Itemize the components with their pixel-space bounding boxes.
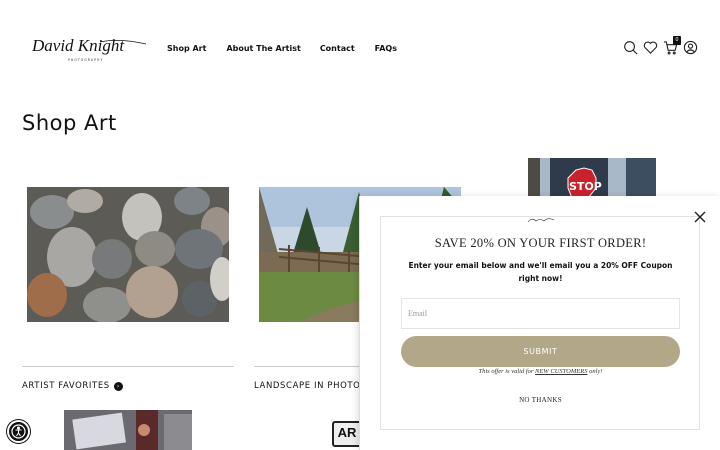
offer-note: This offer is valid for NEW CUSTOMERS on… xyxy=(360,368,720,375)
search-icon[interactable] xyxy=(623,40,640,56)
category-artist-favorites[interactable]: ARTIST FAVORITES › xyxy=(22,381,123,391)
main-nav: Shop Art About The Artist Contact FAQs xyxy=(167,44,417,53)
no-thanks-button[interactable]: NO THANKS xyxy=(360,396,720,404)
accessibility-icon xyxy=(11,424,26,439)
accessibility-button[interactable] xyxy=(7,420,30,443)
offer-suffix: only! xyxy=(587,368,603,375)
page-title: Shop Art xyxy=(22,111,117,135)
category-label: LANDSCAPE IN PHOTOG xyxy=(254,381,368,391)
divider xyxy=(254,366,364,367)
cart-count-badge: 0 xyxy=(673,36,681,45)
nav-contact[interactable]: Contact xyxy=(320,44,355,53)
popup-title: SAVE 20% ON YOUR FIRST ORDER! xyxy=(434,236,647,250)
logo-signature: David Knight PHOTOGRAPHY xyxy=(31,36,147,62)
wishlist-heart-icon[interactable] xyxy=(643,40,660,56)
newsletter-popup: SAVE 20% ON YOUR FIRST ORDER! Enter your… xyxy=(359,196,720,450)
nav-about-artist[interactable]: About The Artist xyxy=(226,44,300,53)
popup-subtitle: Enter your email below and we'll email y… xyxy=(408,261,673,283)
logo-text: David Knight xyxy=(31,36,125,55)
header-icons: 0 xyxy=(623,36,703,56)
popup-logo-signature xyxy=(527,218,555,223)
new-customers-link[interactable]: NEW CUSTOMERS xyxy=(535,368,587,375)
chevron-right-icon: › xyxy=(113,381,123,391)
product-image-sign[interactable]: AR xyxy=(332,421,362,447)
email-field[interactable] xyxy=(401,298,680,329)
product-image-rocks[interactable] xyxy=(27,187,229,322)
nav-faqs[interactable]: FAQs xyxy=(375,44,397,53)
account-icon[interactable] xyxy=(683,40,700,56)
thumb-sign-text: AR xyxy=(337,425,357,440)
product-image-stop-sign[interactable]: STOP xyxy=(528,158,656,198)
site-logo[interactable]: David Knight PHOTOGRAPHY xyxy=(30,32,148,64)
submit-button[interactable]: SUBMIT xyxy=(401,336,680,367)
logo-subtext: PHOTOGRAPHY xyxy=(68,58,103,62)
popup-logo xyxy=(526,212,556,223)
category-landscape[interactable]: LANDSCAPE IN PHOTOG xyxy=(254,381,368,391)
category-label: ARTIST FAVORITES xyxy=(22,381,110,391)
offer-prefix: This offer is valid for xyxy=(478,368,536,375)
cart-icon[interactable]: 0 xyxy=(663,36,681,56)
product-image-protest[interactable] xyxy=(64,410,192,450)
divider xyxy=(22,366,234,367)
nav-shop-art[interactable]: Shop Art xyxy=(167,44,206,53)
close-icon[interactable] xyxy=(694,210,706,223)
svg-text:STOP: STOP xyxy=(569,180,602,193)
